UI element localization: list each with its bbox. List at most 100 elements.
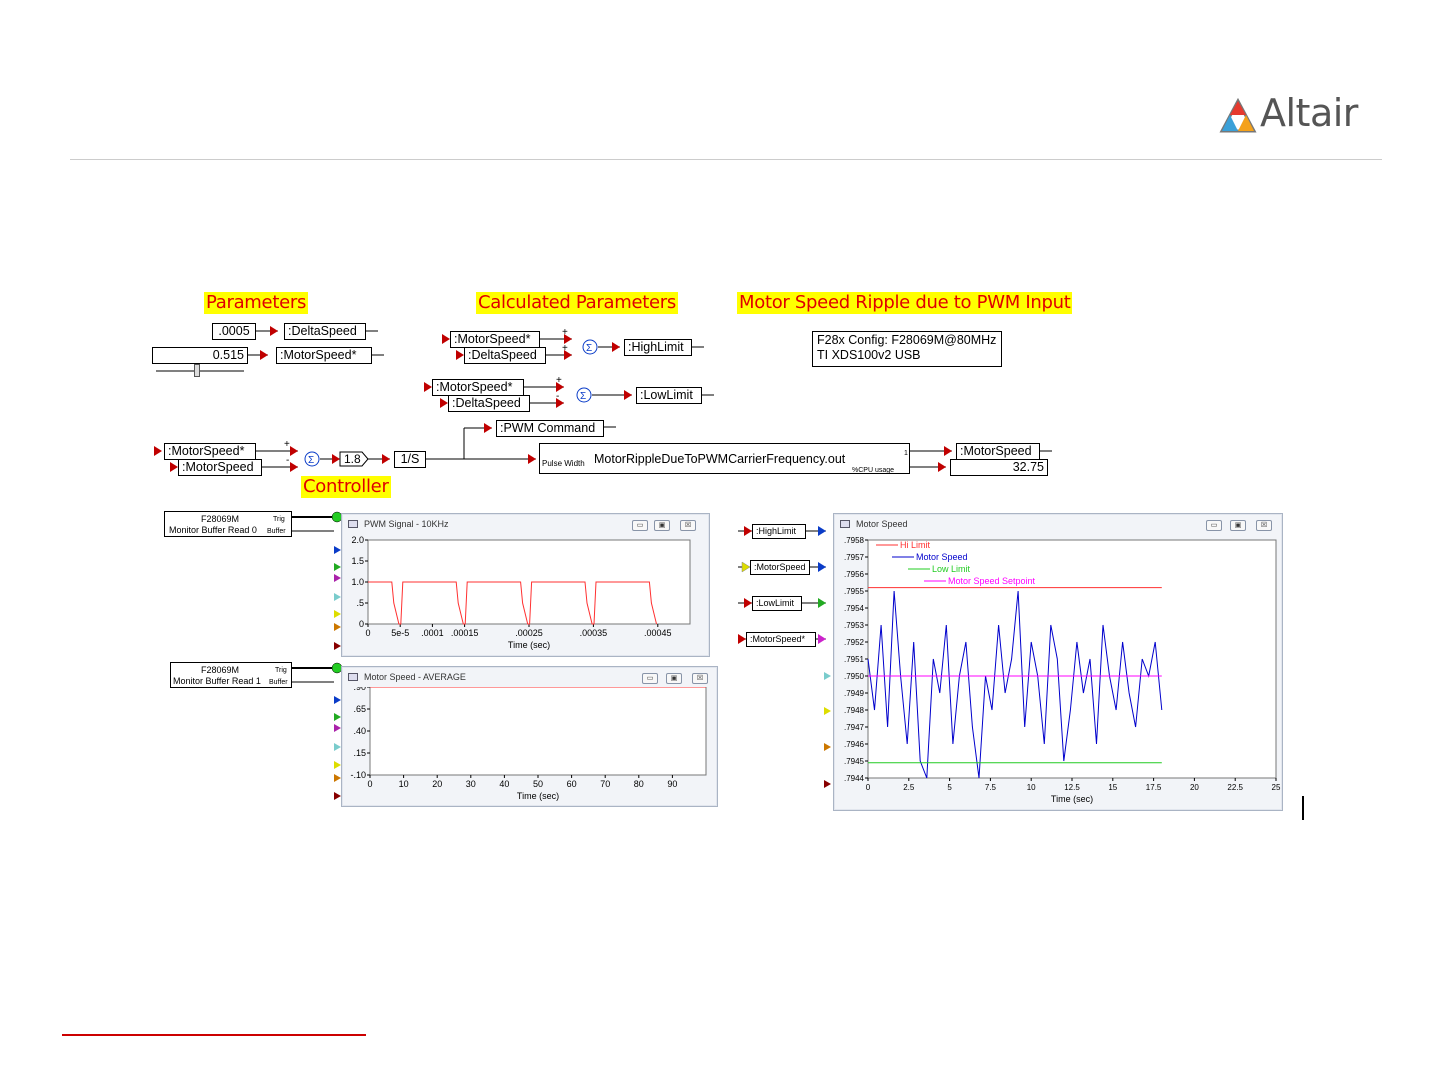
y-tick-label: .7946 xyxy=(844,740,865,749)
x-tick-label: 80 xyxy=(634,779,644,789)
close-button[interactable]: ☒ xyxy=(692,673,708,684)
ctrl-motor-speed-setpoint[interactable]: :MotorSpeed* xyxy=(164,443,256,460)
calc-a-motor-speed-setpoint[interactable]: :MotorSpeed* xyxy=(450,331,540,348)
x-tick-label: 0 xyxy=(367,779,372,789)
close-button[interactable]: ☒ xyxy=(680,520,696,531)
svg-text:Σ: Σ xyxy=(580,391,586,402)
close-button[interactable]: ☒ xyxy=(1256,520,1272,531)
ctrl-motor-speed[interactable]: :MotorSpeed xyxy=(178,459,262,476)
monitor-block-0[interactable]: F28069M Monitor Buffer Read 0 Trig Buffe… xyxy=(164,511,292,537)
x-axis-label: Time (sec) xyxy=(517,791,559,801)
monitor1-name: Monitor Buffer Read 1 xyxy=(173,676,261,686)
calc-b-plus: + xyxy=(556,375,562,386)
x-axis-label: Time (sec) xyxy=(508,640,550,650)
minimize-button[interactable]: ▭ xyxy=(632,520,648,531)
pwm-signal-chart: 0 5e-5 .0001 .00015 .00025 .00035 .00045 2.0 1.5… xyxy=(351,535,691,650)
motor-speed-plot-window[interactable]: Motor Speed ▭ ▣ ☒ 0 2.5 5 7.5 10 12.5 15 17.5 20… xyxy=(833,513,1283,811)
maximize-button[interactable]: ▣ xyxy=(654,520,670,531)
svg-text:Σ: Σ xyxy=(586,343,592,354)
compound-input-label: Pulse Width xyxy=(542,459,585,468)
integrator-block[interactable]: 1/S xyxy=(394,451,426,468)
window-icon xyxy=(840,520,850,528)
y-tick-label: .5 xyxy=(356,598,364,608)
motor-speed-slider-thumb[interactable] xyxy=(194,364,200,377)
monitor0-buffer: Buffer xyxy=(267,528,286,535)
window-icon xyxy=(348,520,358,528)
compound-block-name: MotorRippleDueToPWMCarrierFrequency.out xyxy=(594,452,846,466)
low-limit-output[interactable]: :LowLimit xyxy=(636,387,702,404)
calc-a-plus1: + xyxy=(562,327,568,338)
motor-speed-setpoint-variable[interactable]: :MotorSpeed* xyxy=(276,347,372,364)
monitor0-trig: Trig xyxy=(273,516,285,523)
y-tick-label: .7956 xyxy=(844,570,865,579)
motor-speed-slider-value[interactable]: 0.515 xyxy=(152,347,248,364)
right-input-motor-speed-setpoint[interactable]: :MotorSpeed* xyxy=(746,632,816,647)
y-tick-label: 1.5 xyxy=(351,556,364,566)
monitor0-chip: F28069M xyxy=(201,514,240,524)
x-tick-label: .00035 xyxy=(580,628,608,638)
compound-cpu-label: %CPU usage xyxy=(852,467,895,474)
y-tick-label: .7945 xyxy=(844,757,865,766)
legend-label: Hi Limit xyxy=(900,540,931,550)
x-tick-label: 25 xyxy=(1272,783,1281,792)
cpu-usage-display: 32.75 xyxy=(950,459,1048,476)
target-config-box[interactable]: F28x Config: F28069M@80MHz TI XDS100v2 U… xyxy=(812,331,1002,367)
calc-a-delta-speed[interactable]: :DeltaSpeed xyxy=(464,347,546,364)
x-tick-label: 5 xyxy=(947,783,952,792)
x-tick-label: 0 xyxy=(365,628,370,638)
y-tick-label: .7944 xyxy=(844,774,865,783)
y-tick-label: .7951 xyxy=(844,655,865,664)
x-tick-label: 0 xyxy=(866,783,871,792)
monitor-block-1[interactable]: F28069M Monitor Buffer Read 1 Trig Buffe… xyxy=(170,662,292,688)
y-tick-label: .40 xyxy=(353,726,366,736)
minimize-button[interactable]: ▭ xyxy=(1206,520,1222,531)
maximize-button[interactable]: ▣ xyxy=(1230,520,1246,531)
x-tick-label: 12.5 xyxy=(1064,783,1080,792)
ctrl-minus: - xyxy=(286,455,290,466)
config-line2: TI XDS100v2 USB xyxy=(817,348,921,362)
gain-value[interactable]: 1.8 xyxy=(344,452,361,466)
config-line1: F28x Config: F28069M@80MHz xyxy=(817,333,997,347)
monitor1-trig: Trig xyxy=(275,667,287,674)
y-tick-label: .7958 xyxy=(844,536,865,545)
calc-b-minus: - xyxy=(556,391,560,402)
compound-block[interactable]: Pulse Width MotorRippleDueToPWMCarrierFr… xyxy=(539,443,910,474)
calc-b-delta-speed[interactable]: :DeltaSpeed xyxy=(448,395,530,412)
x-tick-label: 20 xyxy=(1190,783,1199,792)
y-tick-label: .7955 xyxy=(844,587,865,596)
motor-speed-average-plot-window[interactable]: Motor Speed - AVERAGE ▭ ▣ ☒ 0 10 20 30 40 50 6… xyxy=(341,666,718,807)
y-tick-label: -.10 xyxy=(350,770,366,780)
delta-speed-constant[interactable]: .0005 xyxy=(212,323,256,340)
y-tick-label: .7953 xyxy=(844,621,865,630)
calc-b-motor-speed-setpoint[interactable]: :MotorSpeed* xyxy=(432,379,524,396)
motor-speed-output[interactable]: :MotorSpeed xyxy=(956,443,1040,460)
legend-label: Motor Speed Setpoint xyxy=(948,576,1036,586)
y-tick-label: 1.0 xyxy=(351,577,364,587)
pwm-signal-plot-window[interactable]: PWM Signal - 10KHz ▭ ▣ ☒ 0 5e-5 .0001 .0001… xyxy=(341,513,710,657)
motor-speed-average-chart: 0 10 20 30 40 50 60 70 80 90 .90 .65 .40 .15 -.10 Time … xyxy=(350,687,707,801)
maximize-button[interactable]: ▣ xyxy=(666,673,682,684)
right-input-high-limit[interactable]: :HighLimit xyxy=(752,524,806,539)
calc-a-plus2: + xyxy=(562,343,568,354)
pwm-command-variable[interactable]: :PWM Command xyxy=(496,420,604,437)
delta-speed-variable[interactable]: :DeltaSpeed xyxy=(284,323,366,340)
x-tick-label: 70 xyxy=(600,779,610,789)
x-tick-label: 50 xyxy=(533,779,543,789)
y-tick-label: .7950 xyxy=(844,672,865,681)
compound-out-num: 1 xyxy=(904,450,908,457)
y-tick-label: .90 xyxy=(353,687,366,692)
minimize-button[interactable]: ▭ xyxy=(642,673,658,684)
x-tick-label: 15 xyxy=(1108,783,1117,792)
high-limit-output[interactable]: :HighLimit xyxy=(624,339,692,356)
right-input-low-limit[interactable]: :LowLimit xyxy=(752,596,802,611)
y-tick-label: .65 xyxy=(353,704,366,714)
y-tick-label: 0 xyxy=(359,619,364,629)
x-tick-label: .00025 xyxy=(515,628,543,638)
x-tick-label: 40 xyxy=(499,779,509,789)
x-tick-label: 10 xyxy=(1027,783,1036,792)
plot-title: Motor Speed - AVERAGE xyxy=(364,672,466,682)
y-tick-label: .7949 xyxy=(844,689,865,698)
footer-accent-line xyxy=(62,1034,366,1036)
x-tick-label: .0001 xyxy=(421,628,444,638)
right-input-motor-speed[interactable]: :MotorSpeed xyxy=(750,560,810,575)
